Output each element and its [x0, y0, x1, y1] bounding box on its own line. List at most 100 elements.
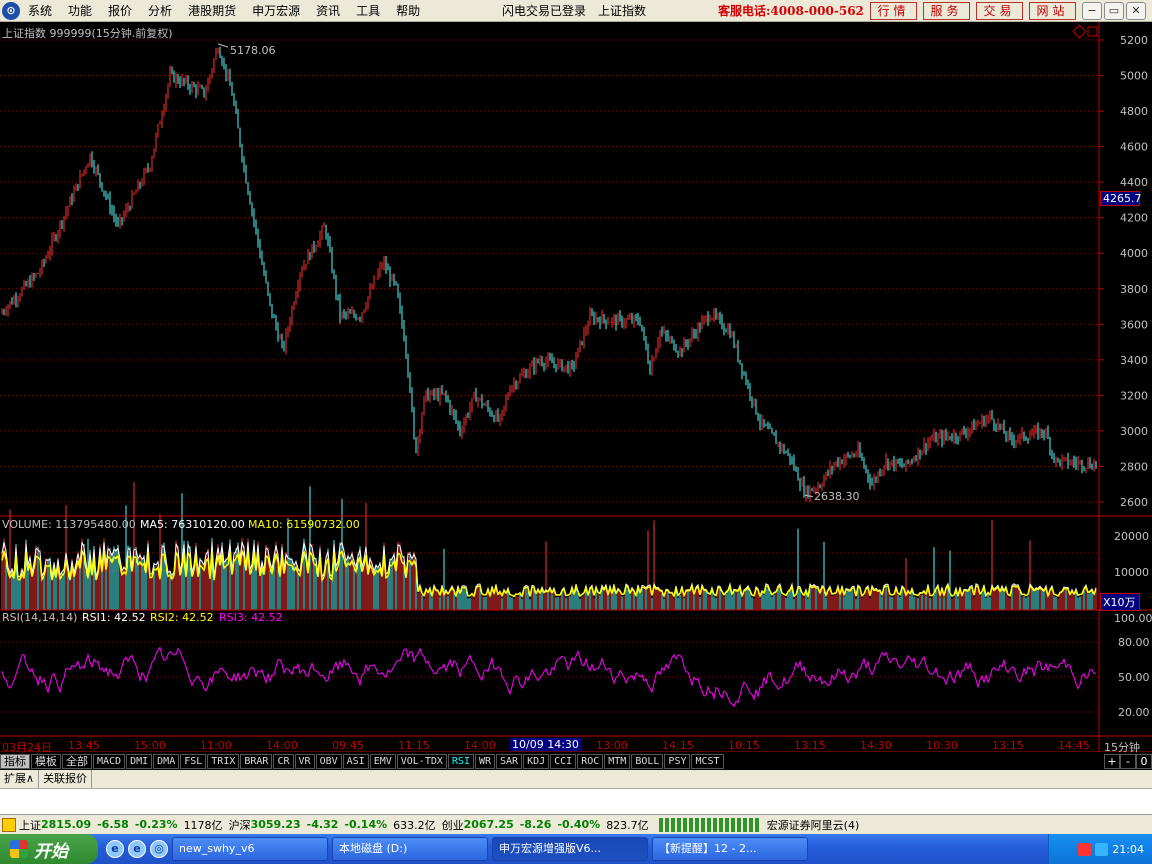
tab-trix[interactable]: TRIX: [207, 754, 240, 769]
tab-roc[interactable]: ROC: [577, 754, 604, 769]
index-status-bar: 上证 2815.09 -6.58 -0.23% 1178亿 沪深 3059.23…: [0, 814, 1152, 834]
rsi-tick-20: 20.00: [1118, 706, 1150, 719]
price-tick-label-11: 3000: [1120, 425, 1148, 438]
taskbar-window-folder[interactable]: new_swhy_v6: [172, 837, 328, 861]
extension-row: 扩展∧ 关联报价: [0, 770, 1152, 788]
status-lock-icon[interactable]: [2, 817, 16, 832]
time-cursor-label: 10/09 14:30: [510, 738, 581, 751]
browser-icon[interactable]: ◎: [150, 840, 168, 858]
hs-index-pct: -0.14%: [344, 818, 388, 831]
price-tick-label-10: 3200: [1120, 389, 1148, 402]
time-label-3: 11:00: [200, 739, 232, 752]
sh-index-pct: -0.23%: [134, 818, 178, 831]
tab-brar[interactable]: BRAR: [240, 754, 273, 769]
menu-function[interactable]: 功能: [60, 0, 100, 22]
time-label-16: 14:45: [1058, 739, 1090, 752]
taskbar-window-reminder[interactable]: 【新提醒】12 - 2...: [652, 837, 808, 861]
expand-tab[interactable]: 扩展∧: [0, 770, 40, 788]
sh-index-amount: 1178亿: [183, 818, 223, 832]
tab-cr[interactable]: CR: [273, 754, 294, 769]
price-tick-label-4: 4400: [1120, 176, 1148, 189]
time-label-11: 10:15: [728, 739, 760, 752]
indicator-tab-bar: 指标 模板 全部 MACD DMI DMA FSL TRIX BRAR CR V…: [0, 753, 1152, 770]
chart-title: 上证指数 999999(15分钟.前复权): [2, 27, 173, 40]
tab-asi[interactable]: ASI: [342, 754, 369, 769]
add-window-button[interactable]: +: [1104, 754, 1120, 769]
tab-indicator[interactable]: 指标: [0, 754, 30, 769]
tab-obv[interactable]: OBV: [315, 754, 342, 769]
trade-button[interactable]: 交易: [976, 2, 1023, 20]
volume-ma10-label: MA10: 61590732.00: [248, 518, 360, 531]
tray-network-icon[interactable]: [1095, 842, 1109, 856]
tab-vr[interactable]: VR: [294, 754, 315, 769]
tab-rsi[interactable]: RSI: [447, 754, 474, 769]
menu-help[interactable]: 帮助: [388, 0, 428, 22]
tab-all[interactable]: 全部: [62, 754, 92, 769]
app-logo-icon[interactable]: ⊙: [2, 1, 20, 20]
tab-boll[interactable]: BOLL: [631, 754, 664, 769]
menu-hk-futures[interactable]: 港股期货: [180, 0, 244, 22]
menu-news[interactable]: 资讯: [308, 0, 348, 22]
windows-taskbar: 开始 e e ◎ new_swhy_v6 本地磁盘 (D:) 申万宏源增强版V6…: [0, 834, 1152, 864]
close-button[interactable]: ✕: [1126, 2, 1146, 20]
broker-server-label[interactable]: 宏源证券阿里云(4): [767, 817, 860, 833]
menu-swhy[interactable]: 申万宏源: [244, 0, 308, 22]
volume-ma5-label: MA5: 76310120.00: [140, 518, 245, 531]
sh-index-name: 上证: [19, 818, 41, 832]
service-button[interactable]: 服务: [923, 2, 970, 20]
tab-kdj[interactable]: KDJ: [523, 754, 550, 769]
current-security-label: 上证指数: [598, 4, 647, 18]
start-button[interactable]: 开始: [0, 834, 98, 864]
tab-fsl[interactable]: FSL: [180, 754, 207, 769]
kline-chart-svg[interactable]: 5200 5000 4800 4600 4400 4200 4000 3800 3600 3400…: [0, 22, 1152, 753]
tab-psy[interactable]: PSY: [664, 754, 691, 769]
tab-template[interactable]: 模板: [31, 754, 61, 769]
menu-system[interactable]: 系统: [20, 0, 60, 22]
price-tick-label-13: 2600: [1120, 496, 1148, 509]
tab-mtm[interactable]: MTM: [604, 754, 631, 769]
tab-dmi[interactable]: DMI: [126, 754, 153, 769]
time-label-10: 14:15: [662, 739, 694, 752]
taskbar-window-swhy[interactable]: 申万宏源增强版V6...: [492, 837, 648, 861]
trade-login-status: 闪电交易已登录: [502, 4, 587, 18]
clock[interactable]: 21:04: [1112, 843, 1144, 856]
cy-index-pct: -0.40%: [557, 818, 601, 831]
rsi-label: RSI(14,14,14): [2, 611, 78, 624]
tab-vol-tdx[interactable]: VOL-TDX: [396, 754, 447, 769]
price-tick-label-1: 5000: [1120, 70, 1148, 83]
tab-cci[interactable]: CCI: [550, 754, 577, 769]
time-label-5: 09:45: [332, 739, 364, 752]
menu-tools[interactable]: 工具: [348, 0, 388, 22]
price-tick-label-7: 3800: [1120, 283, 1148, 296]
website-button[interactable]: 网站: [1029, 2, 1076, 20]
tab-macd[interactable]: MACD: [93, 754, 126, 769]
current-price-marker: 4265.7: [1100, 191, 1142, 206]
tab-wr[interactable]: WR: [474, 754, 496, 769]
tray-app-icon[interactable]: [1078, 842, 1092, 856]
menu-analysis[interactable]: 分析: [140, 0, 180, 22]
max-price-label: 5178.06: [230, 44, 276, 57]
market-button[interactable]: 行情: [870, 2, 917, 20]
tab-dma[interactable]: DMA: [153, 754, 180, 769]
time-label-9: 13:00: [596, 739, 628, 752]
reset-window-button[interactable]: 0: [1136, 754, 1152, 769]
restore-button[interactable]: ▭: [1104, 2, 1124, 20]
remove-window-button[interactable]: -: [1120, 754, 1136, 769]
time-label-2: 15:00: [134, 739, 166, 752]
tab-sar[interactable]: SAR: [496, 754, 523, 769]
minimize-button[interactable]: −: [1082, 2, 1102, 20]
volume-tick-low: 10000: [1114, 566, 1149, 579]
ie-icon[interactable]: e: [106, 840, 124, 858]
chart-area[interactable]: 5200 5000 4800 4600 4400 4200 4000 3800 3600 3400…: [0, 22, 1152, 754]
tab-mcst[interactable]: MCST: [691, 754, 724, 769]
taskbar-window-drive[interactable]: 本地磁盘 (D:): [332, 837, 488, 861]
ie-icon-2[interactable]: e: [128, 840, 146, 858]
menu-quote[interactable]: 报价: [100, 0, 140, 22]
price-tick-label-12: 2800: [1120, 460, 1148, 473]
price-tick-label-5: 4200: [1120, 212, 1148, 225]
related-quote-tab[interactable]: 关联报价: [39, 770, 93, 788]
sh-index-change: -6.58: [97, 818, 129, 831]
tab-emv[interactable]: EMV: [369, 754, 396, 769]
system-tray: 21:04: [1048, 834, 1152, 864]
time-label-14: 10:30: [926, 739, 958, 752]
